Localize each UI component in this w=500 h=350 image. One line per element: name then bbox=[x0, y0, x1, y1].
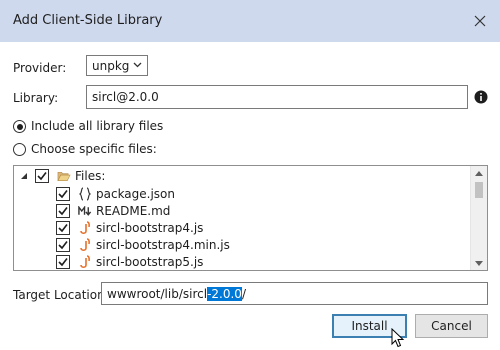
json-file-icon bbox=[78, 186, 92, 201]
tree-root-row[interactable]: Files: bbox=[20, 167, 105, 184]
tree-root-label: Files: bbox=[75, 168, 106, 183]
dialog-titlebar: Add Client-Side Library bbox=[0, 0, 500, 42]
folder-open-icon bbox=[57, 169, 71, 183]
provider-label: Provider: bbox=[13, 61, 67, 75]
js-file-icon bbox=[78, 220, 92, 235]
file-checkbox[interactable] bbox=[56, 203, 70, 218]
checkmark-icon bbox=[58, 206, 68, 215]
scroll-thumb[interactable] bbox=[475, 182, 483, 198]
file-name: README.md bbox=[96, 203, 171, 218]
target-value-selection: -2.0.0 bbox=[207, 286, 242, 301]
file-checkbox[interactable] bbox=[56, 220, 70, 235]
file-checkbox[interactable] bbox=[56, 237, 70, 252]
library-input[interactable]: sircl@2.0.0 bbox=[86, 85, 468, 109]
info-icon[interactable] bbox=[474, 90, 488, 104]
file-name: sircl-bootstrap4.js bbox=[96, 220, 204, 235]
tree-file-row[interactable]: sircl-bootstrap4.js bbox=[56, 219, 203, 236]
arrow-down-icon bbox=[475, 260, 483, 266]
radio-selected-dot bbox=[16, 123, 23, 130]
close-icon bbox=[474, 15, 486, 27]
tree-file-row[interactable]: README.md bbox=[56, 202, 170, 219]
cancel-button-label: Cancel bbox=[431, 319, 472, 333]
include-all-label[interactable]: Include all library files bbox=[31, 119, 163, 133]
library-input-value: sircl@2.0.0 bbox=[92, 90, 159, 104]
js-file-icon bbox=[78, 254, 92, 269]
chevron-down-icon bbox=[133, 62, 142, 68]
choose-specific-label[interactable]: Choose specific files: bbox=[31, 142, 157, 156]
mouse-cursor-icon bbox=[391, 328, 405, 348]
arrow-up-icon bbox=[475, 170, 483, 176]
file-checkbox[interactable] bbox=[56, 254, 70, 269]
library-label: Library: bbox=[13, 91, 59, 105]
close-button[interactable] bbox=[471, 12, 489, 30]
expand-arrow-icon[interactable] bbox=[20, 172, 28, 180]
file-checkbox[interactable] bbox=[56, 186, 70, 201]
tree-file-row[interactable]: package.json bbox=[56, 185, 175, 202]
install-button-label: Install bbox=[351, 319, 388, 333]
target-location-input[interactable]: wwwroot/lib/sircl -2.0.0/ bbox=[101, 282, 488, 305]
target-value-prefix: wwwroot/lib/sircl bbox=[107, 286, 208, 301]
cancel-button[interactable]: Cancel bbox=[415, 314, 488, 338]
file-tree[interactable]: Files: package.json README.md sircl-boot… bbox=[13, 165, 488, 271]
scroll-up-button[interactable] bbox=[471, 166, 487, 180]
checkmark-icon bbox=[58, 223, 68, 232]
target-value-suffix: / bbox=[241, 286, 246, 301]
choose-specific-radio[interactable] bbox=[13, 143, 26, 156]
provider-value: unpkg bbox=[92, 58, 130, 73]
markdown-file-icon bbox=[78, 204, 92, 218]
files-checkbox[interactable] bbox=[35, 168, 49, 183]
file-name: sircl-bootstrap4.min.js bbox=[96, 237, 230, 252]
file-name: package.json bbox=[96, 186, 176, 201]
dialog-title: Add Client-Side Library bbox=[13, 13, 163, 28]
js-file-icon bbox=[78, 237, 92, 252]
tree-file-row[interactable]: sircl-bootstrap4.min.js bbox=[56, 236, 230, 253]
file-name: sircl-bootstrap5.js bbox=[96, 254, 204, 269]
checkmark-icon bbox=[58, 240, 68, 249]
target-location-label: Target Location: bbox=[13, 288, 109, 302]
tree-scrollbar[interactable] bbox=[470, 166, 487, 270]
checkmark-icon bbox=[37, 171, 47, 180]
provider-select[interactable]: unpkg bbox=[86, 55, 148, 76]
tree-file-row[interactable]: sircl-bootstrap5.js bbox=[56, 253, 203, 270]
checkmark-icon bbox=[58, 189, 68, 198]
scroll-down-button[interactable] bbox=[471, 256, 487, 270]
checkmark-icon bbox=[58, 257, 68, 266]
include-all-radio[interactable] bbox=[13, 120, 26, 133]
